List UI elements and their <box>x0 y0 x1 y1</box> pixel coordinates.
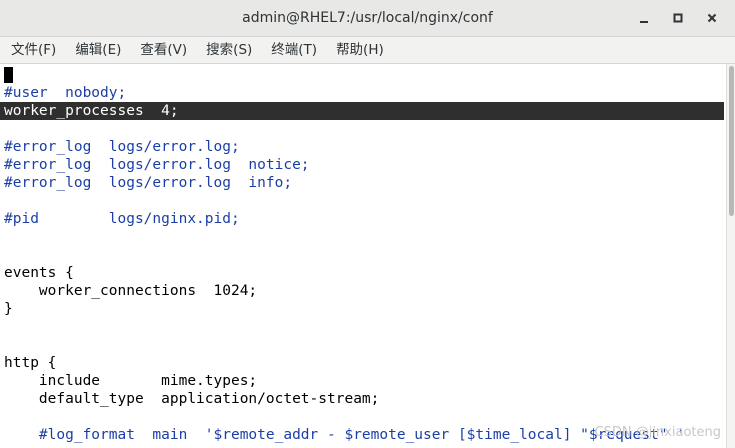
menu-bar: 文件(F) 编辑(E) 查看(V) 搜索(S) 终端(T) 帮助(H) <box>0 37 735 64</box>
text-cursor <box>4 67 13 83</box>
terminal-line: #user nobody; <box>4 85 127 101</box>
title-bar[interactable]: admin@RHEL7:/usr/local/nginx/conf <box>0 0 735 37</box>
menu-file[interactable]: 文件(F) <box>0 37 64 63</box>
terminal-line: #error_log logs/error.log info; <box>4 175 293 191</box>
terminal-content[interactable]: #user nobody; worker_processes 4; #error_l… <box>0 64 726 448</box>
maximize-button[interactable] <box>661 5 695 31</box>
terminal-line: worker_processes 4; <box>0 102 724 120</box>
terminal-line: include mime.types; <box>4 373 258 389</box>
terminal-line: #error_log logs/error.log; <box>4 139 240 155</box>
menu-search[interactable]: 搜索(S) <box>195 37 260 63</box>
terminal-line: } <box>4 301 13 317</box>
terminal-line: http { <box>4 355 57 371</box>
terminal-line: #error_log logs/error.log notice; <box>4 157 310 173</box>
minimize-icon <box>640 21 648 23</box>
vertical-scrollbar[interactable] <box>726 64 735 448</box>
terminal-line: events { <box>4 265 74 281</box>
minimize-button[interactable] <box>627 5 661 31</box>
terminal-line: default_type application/octet-stream; <box>4 391 380 407</box>
scrollbar-thumb[interactable] <box>729 66 734 216</box>
terminal-window: admin@RHEL7:/usr/local/nginx/conf 文件(F) … <box>0 0 735 448</box>
window-title: admin@RHEL7:/usr/local/nginx/conf <box>242 10 493 26</box>
menu-terminal[interactable]: 终端(T) <box>260 37 325 63</box>
maximize-icon <box>673 13 683 23</box>
terminal-line: #pid logs/nginx.pid; <box>4 211 240 227</box>
terminal-line: #log_format main '$remote_addr - $remote… <box>4 427 685 443</box>
window-controls <box>627 0 729 36</box>
menu-help[interactable]: 帮助(H) <box>325 37 392 63</box>
terminal-line: worker_connections 1024; <box>4 283 258 299</box>
menu-view[interactable]: 查看(V) <box>129 37 195 63</box>
close-button[interactable] <box>695 5 729 31</box>
close-icon <box>707 13 717 23</box>
watermark: CSDN @jinxiaoteng <box>594 425 721 440</box>
menu-edit[interactable]: 编辑(E) <box>64 37 129 63</box>
